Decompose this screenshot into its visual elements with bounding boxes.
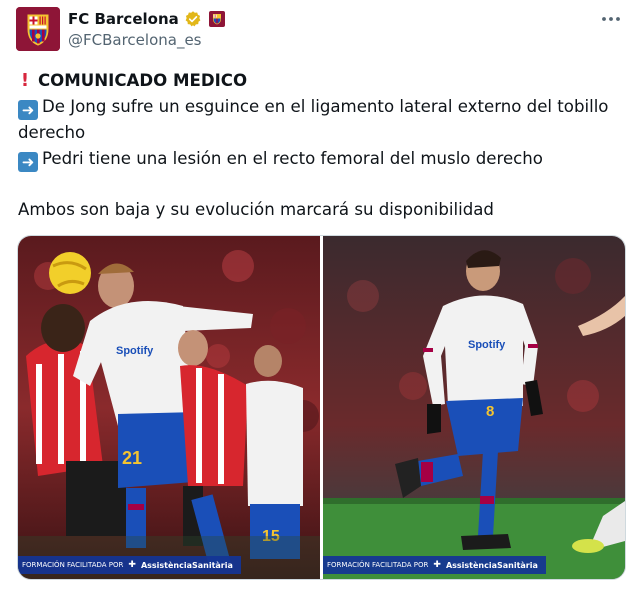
- tweet-text: ! COMUNICADO MEDICO ➜ De Jong sufre un esg…: [18, 68, 622, 223]
- heading-line: ! COMUNICADO MEDICO: [18, 68, 622, 94]
- photo-dejong[interactable]: Spotify 21 15 FORMACIÓN FACILITADA POR ✚…: [18, 236, 320, 579]
- affiliate-crest-icon[interactable]: [208, 11, 225, 27]
- author-handle[interactable]: @FCBarcelona_es: [68, 31, 201, 49]
- photo1-sponsor-text: Spotify: [116, 345, 154, 357]
- photo2-credit-bar: FORMACIÓN FACILITADA POR ✚ AssistènciaSa…: [323, 556, 546, 574]
- media-grid: Spotify 21 15 FORMACIÓN FACILITADA POR ✚…: [17, 235, 626, 580]
- photo2-credit-prefix: FORMACIÓN FACILITADA POR: [327, 561, 429, 569]
- photo1-credit-bar: FORMACIÓN FACILITADA POR ✚ AssistènciaSa…: [18, 556, 241, 574]
- author-name-row: FC Barcelona: [68, 8, 225, 30]
- photo2-sponsor-text: Spotify: [468, 339, 506, 351]
- photo-pedri[interactable]: Spotify 8 FORMACIÓN FACILITADA POR ✚ Ass…: [323, 236, 625, 579]
- right-arrow-icon: ➜: [18, 99, 38, 120]
- photo2-jersey-number: 8: [486, 403, 494, 420]
- tweet[interactable]: FC Barcelona @FCBarcelona_es ! COMUNICADO…: [0, 0, 640, 593]
- fc-barcelona-crest-icon: [16, 7, 60, 51]
- right-arrow-icon: ➜: [18, 151, 38, 172]
- photo-dejong-image: Spotify 21 15: [18, 236, 320, 579]
- tweet-line-1-text: De Jong sufre un esguince en el ligament…: [18, 96, 609, 142]
- exclamation-icon: !: [20, 70, 30, 91]
- medical-cross-icon: ✚: [433, 560, 441, 570]
- tweet-line-2-text: Pedri tiene una lesión en el recto femor…: [42, 148, 543, 168]
- medical-cross-icon: ✚: [128, 560, 136, 570]
- author-name[interactable]: FC Barcelona: [68, 10, 179, 28]
- photo-pedri-image: Spotify 8: [323, 236, 625, 579]
- tweet-line-3: Ambos son baja y su evolución marcará su…: [18, 200, 494, 220]
- tweet-line-1: ➜ De Jong sufre un esguince en el ligamen…: [18, 94, 622, 146]
- photo1-credit-brand: AssistènciaSanitària: [140, 560, 233, 570]
- verified-badge-icon[interactable]: [184, 10, 202, 28]
- avatar[interactable]: [16, 7, 60, 51]
- photo2-credit-brand: AssistènciaSanitària: [445, 560, 538, 570]
- photo1-jersey-number: 21: [122, 448, 142, 468]
- tweet-line-2: ➜ Pedri tiene una lesión en el recto femo…: [18, 146, 622, 172]
- photo1-credit-prefix: FORMACIÓN FACILITADA POR: [22, 561, 124, 569]
- more-options-icon[interactable]: [600, 8, 622, 30]
- heading-text: COMUNICADO MEDICO: [38, 71, 248, 90]
